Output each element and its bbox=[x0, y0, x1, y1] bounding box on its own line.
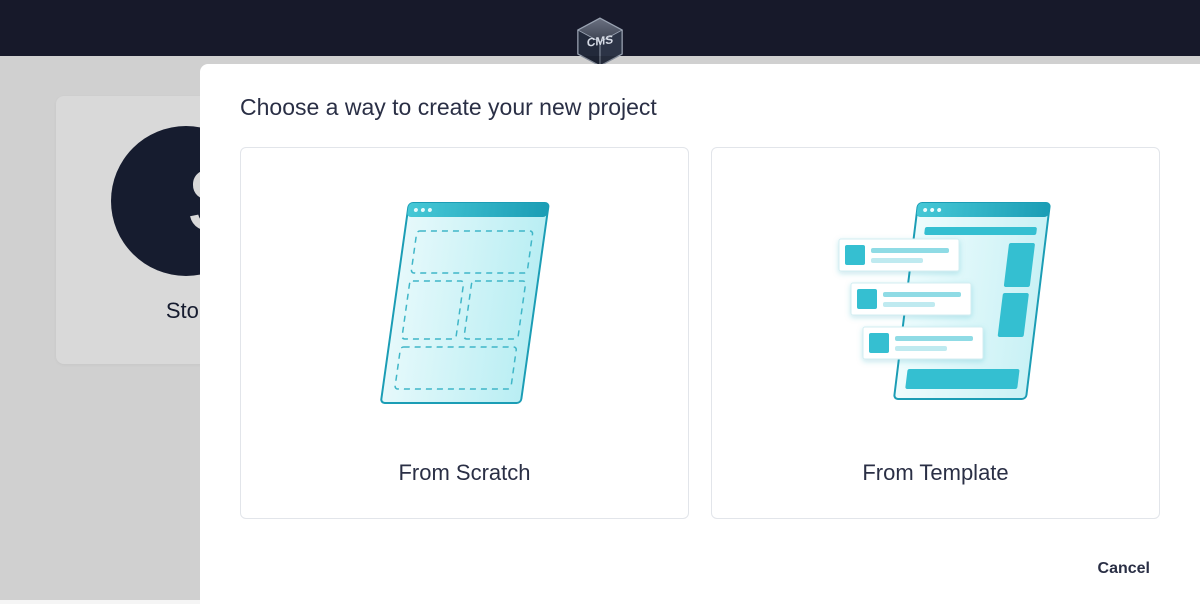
option-label: From Scratch bbox=[398, 460, 530, 486]
scratch-illustration-icon bbox=[261, 168, 668, 442]
top-navbar: CMS bbox=[0, 0, 1200, 56]
cancel-button[interactable]: Cancel bbox=[1088, 554, 1160, 584]
modal-footer: Cancel bbox=[240, 536, 1160, 584]
modal-title: Choose a way to create your new project bbox=[240, 94, 1160, 121]
create-project-modal: Choose a way to create your new project bbox=[200, 64, 1200, 604]
option-label: From Template bbox=[862, 460, 1008, 486]
creation-options-row: From Scratch bbox=[240, 147, 1160, 536]
from-template-option[interactable]: From Template bbox=[711, 147, 1160, 519]
template-illustration-icon bbox=[732, 168, 1139, 442]
from-scratch-option[interactable]: From Scratch bbox=[240, 147, 689, 519]
